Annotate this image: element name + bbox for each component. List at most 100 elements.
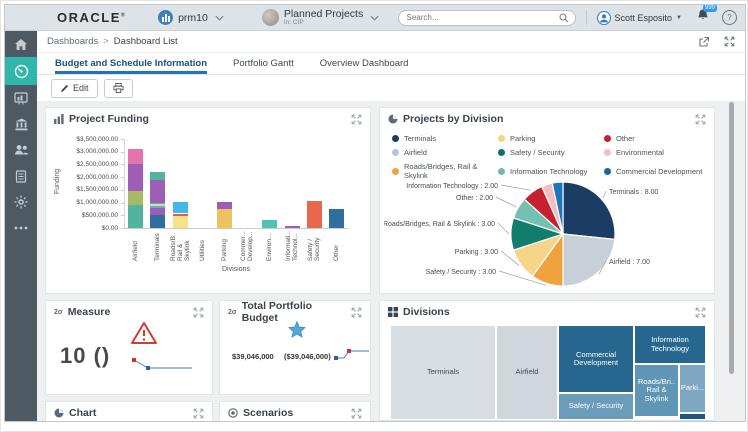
bar-segment[interactable] — [150, 205, 166, 208]
app-switcher[interactable]: prm10 — [158, 10, 224, 25]
x-axis-title: Divisions — [221, 266, 250, 273]
bar-segment[interactable] — [127, 191, 143, 206]
bar-segment[interactable] — [217, 201, 233, 209]
treemap-cell[interactable]: Commercial Development — [558, 325, 634, 393]
project-switcher-label: Planned Projects — [283, 7, 364, 20]
expand-icon[interactable] — [351, 408, 362, 419]
vertical-scrollbar[interactable] — [729, 102, 734, 374]
expand-icon[interactable] — [351, 307, 362, 318]
bar-segment[interactable] — [150, 207, 166, 216]
bar-segment[interactable] — [150, 215, 166, 228]
treemap-cell[interactable] — [679, 413, 706, 420]
y-tick-label: $3,000,000.00 — [76, 148, 118, 156]
dashboard-toolbar: Edit — [37, 75, 745, 101]
help-button[interactable]: ? — [722, 10, 737, 25]
pie-label: Airfield : 7.00 — [609, 259, 650, 266]
pencil-icon — [60, 84, 69, 92]
breadcrumb-item-dashboards[interactable]: Dashboards — [47, 36, 98, 47]
bar-segment[interactable] — [150, 179, 166, 203]
caret-down-icon: ▼ — [676, 14, 682, 21]
top-bar: ORACLE® prm10 Planned Projects In: CIP S… — [5, 5, 745, 31]
app-window: ORACLE® prm10 Planned Projects In: CIP S… — [4, 4, 746, 422]
user-name: Scott Esposito — [614, 12, 673, 23]
project-avatar — [261, 9, 279, 26]
bar-segment[interactable] — [127, 149, 143, 165]
bar-segment[interactable] — [284, 225, 300, 228]
legend-item: Parking — [498, 134, 604, 143]
treemap-cell[interactable]: Terminals — [390, 325, 496, 420]
sidebar-item-dashboard-gauge[interactable] — [5, 57, 37, 85]
legend-label: Safety / Security — [510, 148, 565, 157]
bar-segment[interactable] — [217, 208, 233, 228]
legend-label: Information Technology — [510, 166, 588, 176]
panel-title: Chart — [69, 407, 97, 419]
legend-item: Environmental — [604, 148, 702, 157]
warning-icon — [131, 322, 157, 344]
global-search[interactable] — [397, 9, 576, 26]
grid-icon — [388, 307, 398, 317]
notifications-button[interactable]: 999 — [696, 5, 718, 27]
print-button[interactable] — [103, 78, 133, 98]
divisions-treemap: Terminals Airfield Commercial Development S… — [390, 325, 706, 420]
sidebar-item-document[interactable] — [5, 163, 37, 189]
funding-bar-chart: $3,500,000.00 $3,000,000.00 $2,500,000.00 $… — [46, 108, 370, 293]
budget-sparkline — [334, 349, 369, 360]
bar-segment[interactable] — [172, 201, 188, 214]
sidebar-item-gear[interactable] — [5, 189, 37, 215]
sidebar-item-bank[interactable] — [5, 111, 37, 137]
tab-budget-and-schedule[interactable]: Budget and Schedule Information — [55, 58, 208, 74]
bar-segment[interactable] — [306, 200, 322, 228]
bar-segment[interactable] — [127, 205, 143, 228]
panel-title: Measure — [67, 306, 111, 318]
tab-overview-dashboard[interactable]: Overview Dashboard — [320, 58, 409, 74]
legend-dot — [392, 135, 399, 142]
user-menu[interactable]: Scott Esposito ▼ — [596, 10, 682, 25]
breadcrumb-item-dashboard-list[interactable]: Dashboard List — [114, 36, 178, 47]
bar-segment[interactable] — [262, 220, 278, 228]
edit-label: Edit — [73, 83, 89, 93]
panel-project-funding: Project Funding $3,500,000.00 $3,000,000.… — [45, 107, 371, 294]
sidebar-item-projects[interactable] — [5, 85, 37, 111]
treemap-cell[interactable]: Roads/Bri.. Rail & Skylink — [634, 364, 679, 417]
project-switcher[interactable]: Planned Projects In: CIP — [261, 7, 379, 27]
bar-segment[interactable] — [127, 164, 143, 192]
expand-icon[interactable] — [695, 307, 706, 318]
panel-chart: Chart — [45, 401, 213, 421]
measure-sparkline — [132, 358, 192, 370]
tab-portfolio-gantt[interactable]: Portfolio Gantt — [233, 58, 294, 74]
search-icon — [558, 12, 568, 22]
bar-segment[interactable] — [329, 208, 345, 228]
bar-segment[interactable] — [150, 204, 166, 206]
sigma-icon: 2σ — [228, 308, 237, 316]
sidebar-item-more[interactable] — [5, 215, 37, 241]
bar-segment[interactable] — [150, 172, 166, 180]
treemap-cell[interactable]: Parki... — [679, 364, 706, 413]
sidebar-item-people[interactable] — [5, 137, 37, 163]
pie-slice[interactable] — [562, 233, 616, 287]
dashboard-content: Project Funding $3,500,000.00 $3,000,000.… — [37, 101, 745, 421]
bar-segment[interactable] — [172, 215, 188, 228]
people-icon — [14, 144, 29, 156]
panel-title: Divisions — [403, 306, 450, 318]
share-icon[interactable] — [698, 36, 710, 48]
edit-button[interactable]: Edit — [51, 78, 98, 98]
expand-icon[interactable] — [695, 114, 706, 125]
sidebar-item-home[interactable] — [5, 31, 37, 57]
fullscreen-icon[interactable] — [724, 36, 735, 47]
app-switcher-label: prm10 — [178, 11, 208, 24]
legend-label: Environmental — [616, 148, 664, 157]
expand-icon[interactable] — [193, 408, 204, 419]
bar-segment[interactable] — [150, 202, 166, 205]
project-context: In: CIP — [283, 19, 304, 26]
pie-slice[interactable] — [562, 181, 616, 241]
treemap-cell[interactable]: Information Technology — [634, 325, 706, 364]
search-input[interactable] — [404, 12, 559, 23]
document-icon — [15, 169, 27, 183]
bar-segment[interactable] — [172, 213, 188, 216]
x-tick-label: Informati... Technol... — [285, 230, 299, 261]
expand-icon[interactable] — [193, 307, 204, 318]
more-icon — [14, 226, 28, 230]
dashboard-gauge-icon — [14, 64, 29, 79]
treemap-cell[interactable]: Safety / Security — [558, 393, 634, 420]
treemap-cell[interactable]: Airfield — [496, 325, 558, 420]
